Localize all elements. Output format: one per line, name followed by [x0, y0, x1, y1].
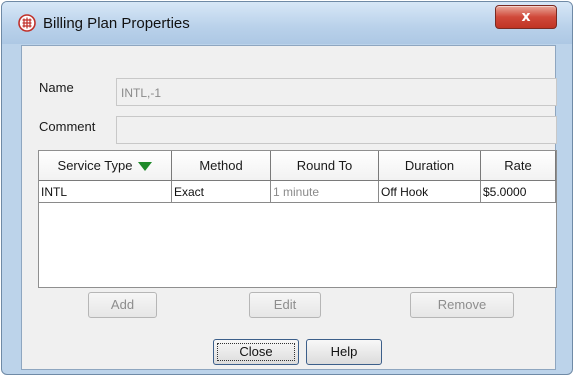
column-header-rate[interactable]: Rate	[481, 151, 556, 181]
column-header-method[interactable]: Method	[172, 151, 271, 181]
sort-descending-icon	[138, 162, 153, 172]
name-label: Name	[39, 80, 74, 95]
help-button[interactable]: Help	[306, 339, 382, 365]
title-bar[interactable]: Billing Plan Properties x	[2, 2, 572, 44]
column-header-round-to[interactable]: Round To	[271, 151, 379, 181]
cell-method[interactable]: Exact	[172, 181, 271, 203]
cell-service-type[interactable]: INTL	[39, 181, 172, 203]
remove-button[interactable]: Remove	[410, 292, 514, 318]
service-table: Service Type Method Round To Duration Ra…	[38, 150, 557, 288]
edit-button[interactable]: Edit	[249, 292, 321, 318]
billing-plan-icon	[18, 14, 36, 32]
cell-duration[interactable]: Off Hook	[379, 181, 481, 203]
column-header-duration[interactable]: Duration	[379, 151, 481, 181]
window-close-button[interactable]: x	[495, 5, 557, 29]
window-title: Billing Plan Properties	[43, 15, 190, 32]
column-header-service-type[interactable]: Service Type	[39, 151, 172, 181]
cell-rate[interactable]: $5.0000	[481, 181, 556, 203]
cell-round-to[interactable]: 1 minute	[271, 181, 379, 203]
dialog-window: Billing Plan Properties x Name INTL,-1 C…	[1, 1, 573, 375]
dialog-body: Name INTL,-1 Comment Service Type Method…	[21, 45, 557, 370]
name-field[interactable]: INTL,-1	[116, 78, 557, 106]
column-header-label: Service Type	[57, 158, 133, 173]
comment-field[interactable]	[116, 116, 557, 144]
add-button[interactable]: Add	[88, 292, 157, 318]
comment-label: Comment	[39, 119, 96, 134]
close-button[interactable]: Close	[213, 339, 299, 365]
